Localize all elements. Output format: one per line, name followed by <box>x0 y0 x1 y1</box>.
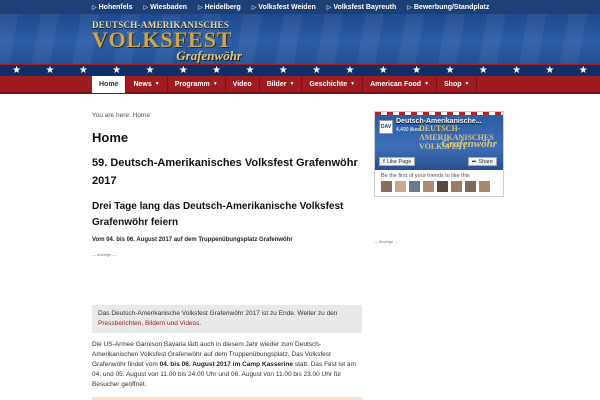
top-link-volksfest-weiden[interactable]: ▷ Volksfest Weiden <box>252 4 316 11</box>
star-icon: ★ <box>345 65 355 76</box>
star-icon: ★ <box>545 65 555 76</box>
ad-label: — Anzeige — <box>92 252 117 257</box>
triangle-right-icon: ▷ <box>251 4 257 11</box>
site-logo[interactable]: DEUTSCH-AMERIKANISCHES VOLKSFEST Grafenw… <box>92 20 242 66</box>
main-content: You are here: Home Home 59. Deutsch-Amer… <box>92 112 362 400</box>
avatar[interactable] <box>479 181 490 192</box>
star-icon: ★ <box>245 65 255 76</box>
top-link-volksfest-bayreuth[interactable]: ▷ Volksfest Bayreuth <box>327 4 397 11</box>
sidebar: DAV Deutsch-Amerikanische... 4,490 likes… <box>374 111 504 244</box>
nav-home[interactable]: Home <box>92 75 127 93</box>
top-link-bar: ▷ Hohenfels ▷ Wiesbaden ▷ Heidelberg ▷ Volks… <box>0 0 600 14</box>
avatar[interactable] <box>409 181 420 192</box>
star-border: ★ ★ ★ ★ ★ ★ ★ ★ ★ ★ ★ ★ ★ ★ ★ ★ ★ ★ <box>0 64 600 76</box>
sidebar-ad-label: — Anzeige — <box>374 239 399 244</box>
page-title: Home <box>92 130 129 145</box>
triangle-right-icon: ▷ <box>143 4 149 11</box>
facebook-cover: DAV Deutsch-Amerikanische... 4,490 likes… <box>375 112 503 170</box>
avatar[interactable] <box>395 181 406 192</box>
logo-line-2: VOLKSFEST <box>92 27 233 52</box>
triangle-right-icon: ▷ <box>407 4 412 11</box>
caret-down-icon: ▼ <box>289 81 295 87</box>
article-headline: 59. Deutsch-Amerikanisches Volksfest Gra… <box>92 157 358 187</box>
notice-link[interactable]: Pressberichten, Bildern und Videos <box>98 320 199 327</box>
breadcrumb: You are here: Home <box>92 112 150 119</box>
star-icon: ★ <box>578 65 588 76</box>
star-icon: ★ <box>378 65 388 76</box>
nav-news[interactable]: News ▼ <box>126 75 168 93</box>
site-header: DEUTSCH-AMERIKANISCHES VOLKSFEST Grafenw… <box>0 14 600 76</box>
star-icon: ★ <box>512 65 522 76</box>
nav-bilder[interactable]: Bilder ▼ <box>260 75 303 93</box>
event-date-line: Vom 04. bis 06. August 2017 auf dem Trup… <box>92 237 293 243</box>
intro-highlight: 04. bis 06. August 2017 im Camp Kasserin… <box>159 361 294 368</box>
star-icon: ★ <box>412 65 422 76</box>
top-link-heidelberg[interactable]: ▷ Heidelberg <box>198 4 241 11</box>
facebook-share-button[interactable]: ➦ Share <box>467 157 497 166</box>
star-icon: ★ <box>312 65 322 76</box>
facebook-like-button[interactable]: f Like Page <box>379 157 416 166</box>
caret-down-icon: ▼ <box>212 81 218 87</box>
avatar[interactable] <box>437 181 448 192</box>
avatar[interactable] <box>465 181 476 192</box>
facebook-page-widget[interactable]: DAV Deutsch-Amerikanische... 4,490 likes… <box>374 111 504 197</box>
avatar[interactable] <box>381 181 392 192</box>
notice-box: Das Deutsch-Amerikanische Volksfest Graf… <box>92 305 362 333</box>
article-subheadline: Drei Tage lang das Deutsch-Amerikanische… <box>92 201 344 228</box>
nav-video[interactable]: Video <box>226 75 260 93</box>
caret-down-icon: ▼ <box>350 81 356 87</box>
nav-geschichte[interactable]: Geschichte ▼ <box>302 75 364 93</box>
share-icon: ➦ <box>471 158 477 165</box>
caret-down-icon: ▼ <box>154 81 160 87</box>
facebook-page-logo[interactable]: DAV <box>379 120 393 134</box>
star-icon: ★ <box>78 65 88 76</box>
triangle-right-icon: ▷ <box>326 4 332 11</box>
top-link-bewerbung[interactable]: ▷ Bewerbung/Standplatz <box>407 4 489 11</box>
star-icon: ★ <box>45 65 55 76</box>
top-link-wiesbaden[interactable]: ▷ Wiesbaden <box>143 4 187 11</box>
nav-programm[interactable]: Programm ▼ <box>168 75 226 93</box>
avatar[interactable] <box>451 181 462 192</box>
star-icon: ★ <box>145 65 155 76</box>
top-link-hohenfels[interactable]: ▷ Hohenfels <box>92 4 132 11</box>
star-icon: ★ <box>112 65 122 76</box>
star-icon: ★ <box>178 65 188 76</box>
star-icon: ★ <box>478 65 488 76</box>
nav-shop[interactable]: Shop ▼ <box>437 75 478 93</box>
caret-down-icon: ▼ <box>464 81 470 87</box>
main-nav: Home News ▼ Programm ▼ Video Bilder ▼ Gesch… <box>0 75 600 94</box>
star-icon: ★ <box>278 65 288 76</box>
star-icon: ★ <box>12 65 22 76</box>
intro-paragraph: Die US-Armee Garnison Bavaria lädt auch … <box>92 341 356 388</box>
notice-text: Das Deutsch-Amerikanische Volksfest Graf… <box>98 310 338 317</box>
facebook-cover-script: Grafenwöhr <box>441 138 497 150</box>
friends-note: Be the first of your friends to like thi… <box>381 173 470 179</box>
star-icon: ★ <box>445 65 455 76</box>
caret-down-icon: ▼ <box>424 81 430 87</box>
nav-american-food[interactable]: American Food ▼ <box>363 75 438 93</box>
star-icon: ★ <box>212 65 222 76</box>
facebook-icon: f <box>383 158 385 165</box>
triangle-right-icon: ▷ <box>197 4 203 11</box>
facebook-like-count: 4,490 likes <box>396 127 420 133</box>
friend-avatars <box>375 181 503 192</box>
avatar[interactable] <box>423 181 434 192</box>
triangle-right-icon: ▷ <box>92 4 97 11</box>
